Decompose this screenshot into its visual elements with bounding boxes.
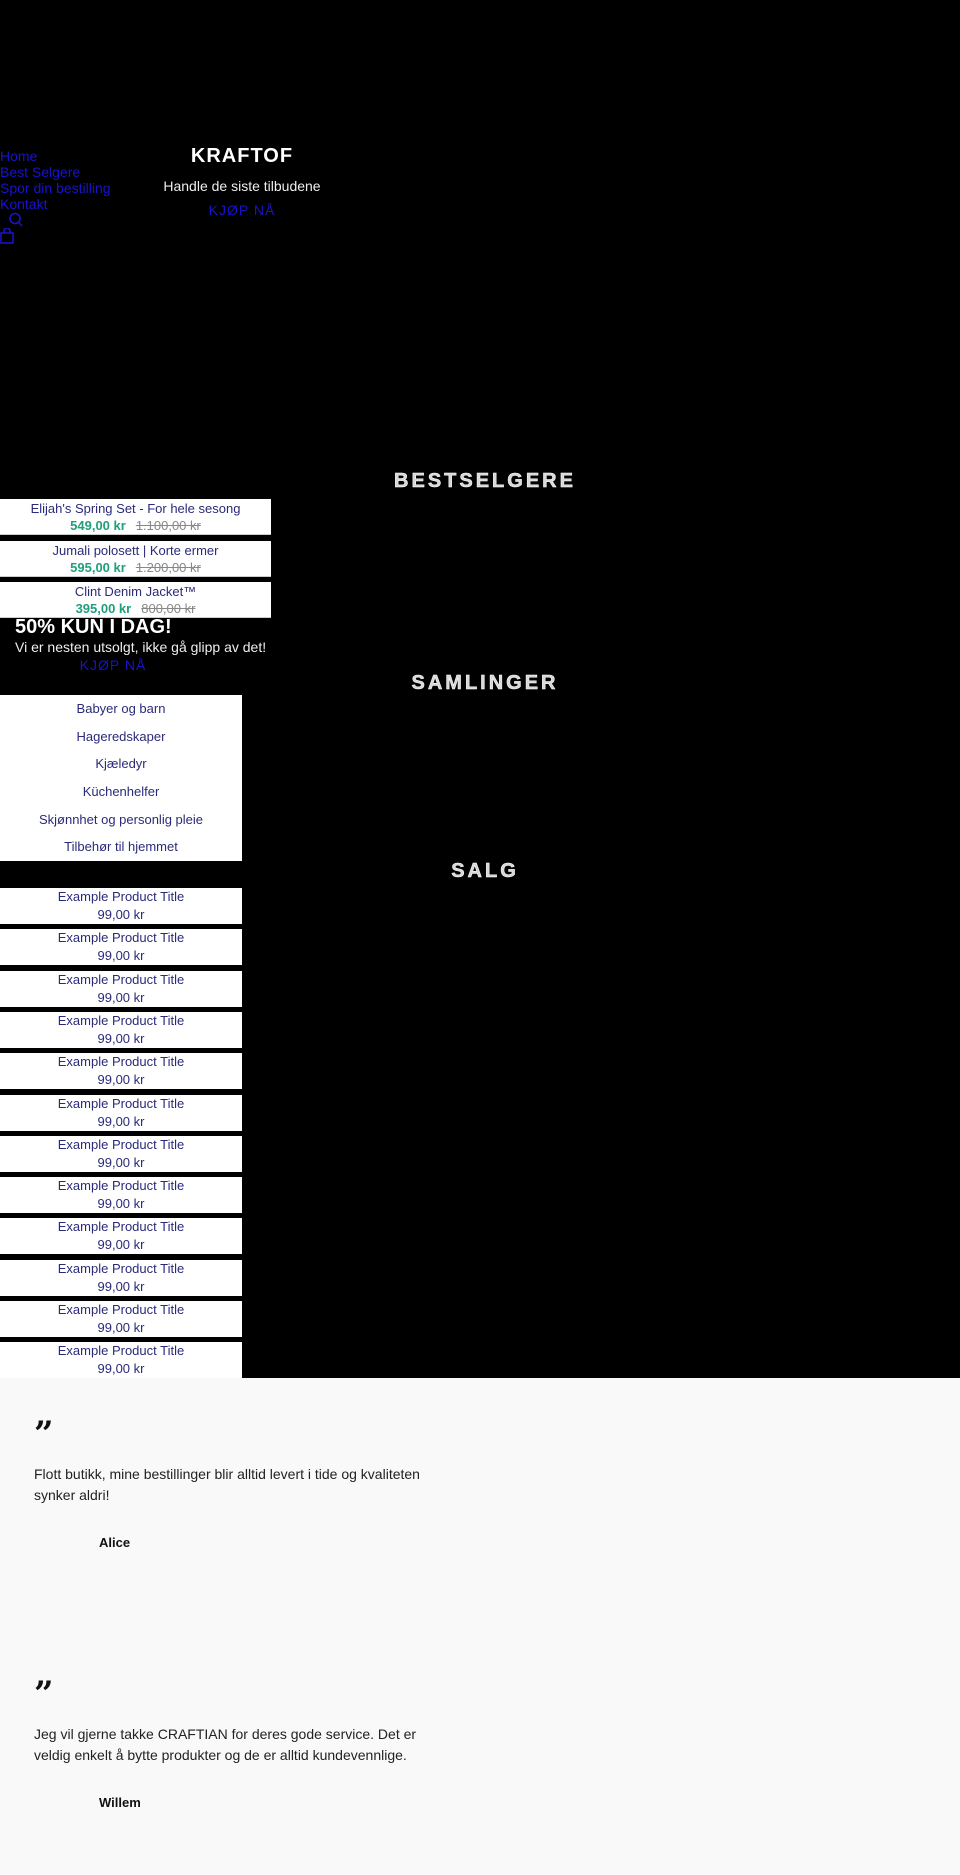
collections-list: Babyer og barn Hageredskaper Kjæledyr Küche… — [0, 695, 242, 861]
sale-product-card[interactable]: Example Product Title 99,00 kr — [0, 888, 242, 924]
product-price: 99,00 kr — [97, 1361, 145, 1377]
product-title[interactable]: Example Product Title — [0, 1012, 242, 1030]
sale-product-card[interactable]: Example Product Title 99,00 kr — [0, 1301, 242, 1337]
product-title[interactable]: Example Product Title — [0, 1095, 242, 1113]
product-price: 99,00 kr — [97, 1278, 145, 1294]
product-price: 99,00 kr — [97, 1072, 145, 1088]
hero-shop-now-button[interactable]: KJØP NÅ — [209, 202, 276, 218]
promo-heading: 50% KUN I DAG! — [15, 616, 172, 638]
quote-icon: ” — [34, 1674, 54, 1714]
product-price: 99,00 kr — [97, 1196, 145, 1212]
testimonial-author: Willem — [99, 1795, 141, 1810]
product-title[interactable]: Example Product Title — [0, 971, 242, 989]
product-title[interactable]: Example Product Title — [0, 1342, 242, 1360]
sale-price: 395,00 kr — [75, 601, 132, 616]
product-title[interactable]: Example Product Title — [0, 888, 242, 906]
collection-link[interactable]: Hageredskaper — [0, 723, 242, 751]
bestsellers-heading: BESTSELGERE — [394, 470, 576, 493]
bestseller-card[interactable]: Jumali polosett | Korte ermer 595,00 kr 1.… — [0, 540, 271, 577]
sale-product-card[interactable]: Example Product Title 99,00 kr — [0, 1342, 242, 1379]
product-price: 99,00 kr — [97, 989, 145, 1005]
product-title[interactable]: Example Product Title — [0, 1177, 242, 1195]
sale-product-card[interactable]: Example Product Title 99,00 kr — [0, 1053, 242, 1090]
original-price: 1.200,00 kr — [135, 559, 201, 575]
sale-product-card[interactable]: Example Product Title 99,00 kr — [0, 1259, 242, 1296]
hero-subtitle: Handle de siste tilbudene — [163, 178, 321, 194]
collection-link[interactable]: Skjønnhet og personlig pleie — [0, 806, 242, 834]
testimonial-text: Flott butikk, mine bestillinger blir all… — [34, 1466, 420, 1503]
original-price: 1.100,00 kr — [135, 518, 201, 533]
product-price: 99,00 kr — [97, 948, 145, 964]
collections-heading: SAMLINGER — [411, 672, 559, 695]
product-price: 99,00 kr — [97, 1113, 145, 1129]
product-price: 99,00 kr — [97, 1154, 145, 1170]
hero-title: KRAFTOF — [190, 145, 294, 167]
sale-product-card[interactable]: Example Product Title 99,00 kr — [0, 1135, 242, 1172]
sale-product-card[interactable]: Example Product Title 99,00 kr — [0, 1011, 242, 1048]
product-title[interactable]: Example Product Title — [0, 1301, 242, 1319]
product-price: 99,00 kr — [97, 1030, 145, 1046]
testimonial-author: Alice — [99, 1535, 131, 1550]
collection-link[interactable]: Tilbehør til hjemmet — [0, 833, 242, 861]
shopping-bag-icon[interactable] — [0, 227, 14, 247]
product-title[interactable]: Example Product Title — [0, 1260, 242, 1278]
sale-product-card[interactable]: Example Product Title 99,00 kr — [0, 1177, 242, 1214]
sale-price: 595,00 kr — [70, 559, 126, 575]
product-title[interactable]: Example Product Title — [0, 1136, 242, 1154]
sale-product-card[interactable]: Example Product Title 99,00 kr — [0, 1218, 242, 1255]
product-title[interactable]: Clint Denim Jacket™ — [0, 584, 271, 600]
testimonials-section: ” Flott butikk, mine bestillinger blir a… — [0, 1378, 960, 1875]
sale-product-card[interactable]: Example Product Title 99,00 kr — [0, 970, 242, 1007]
product-title[interactable]: Example Product Title — [0, 1053, 242, 1071]
original-price: 800,00 kr — [141, 601, 196, 616]
promo-shop-now-button[interactable]: KJØP NÅ — [80, 657, 147, 673]
collection-link[interactable]: Babyer og barn — [0, 695, 242, 723]
product-title[interactable]: Example Product Title — [0, 929, 242, 947]
collection-link[interactable]: Küchenhelfer — [0, 778, 242, 806]
bestseller-card[interactable]: Elijah's Spring Set - For hele sesong 549… — [0, 499, 271, 535]
product-price: 99,00 kr — [97, 907, 145, 922]
product-price: 99,00 kr — [97, 1237, 145, 1253]
bestseller-card[interactable]: Clint Denim Jacket™ 395,00 kr 800,00 kr — [0, 582, 271, 618]
sale-heading: SALG — [451, 860, 519, 883]
testimonial-text: Jeg vil gjerne takke CRAFTIAN for deres … — [34, 1726, 417, 1763]
sale-product-card[interactable]: Example Product Title 99,00 kr — [0, 929, 242, 966]
sale-product-card[interactable]: Example Product Title 99,00 kr — [0, 1094, 242, 1131]
product-title[interactable]: Example Product Title — [0, 1218, 242, 1236]
sale-price: 549,00 kr — [70, 518, 126, 533]
promo-text: Vi er nesten utsolgt, ikke gå glipp av d… — [15, 639, 267, 655]
product-title[interactable]: Elijah's Spring Set - For hele sesong — [0, 501, 271, 517]
quote-icon: ” — [34, 1414, 54, 1454]
product-price: 99,00 kr — [97, 1320, 145, 1335]
product-title[interactable]: Jumali polosett | Korte ermer — [0, 543, 271, 559]
collection-link[interactable]: Kjæledyr — [0, 750, 242, 778]
